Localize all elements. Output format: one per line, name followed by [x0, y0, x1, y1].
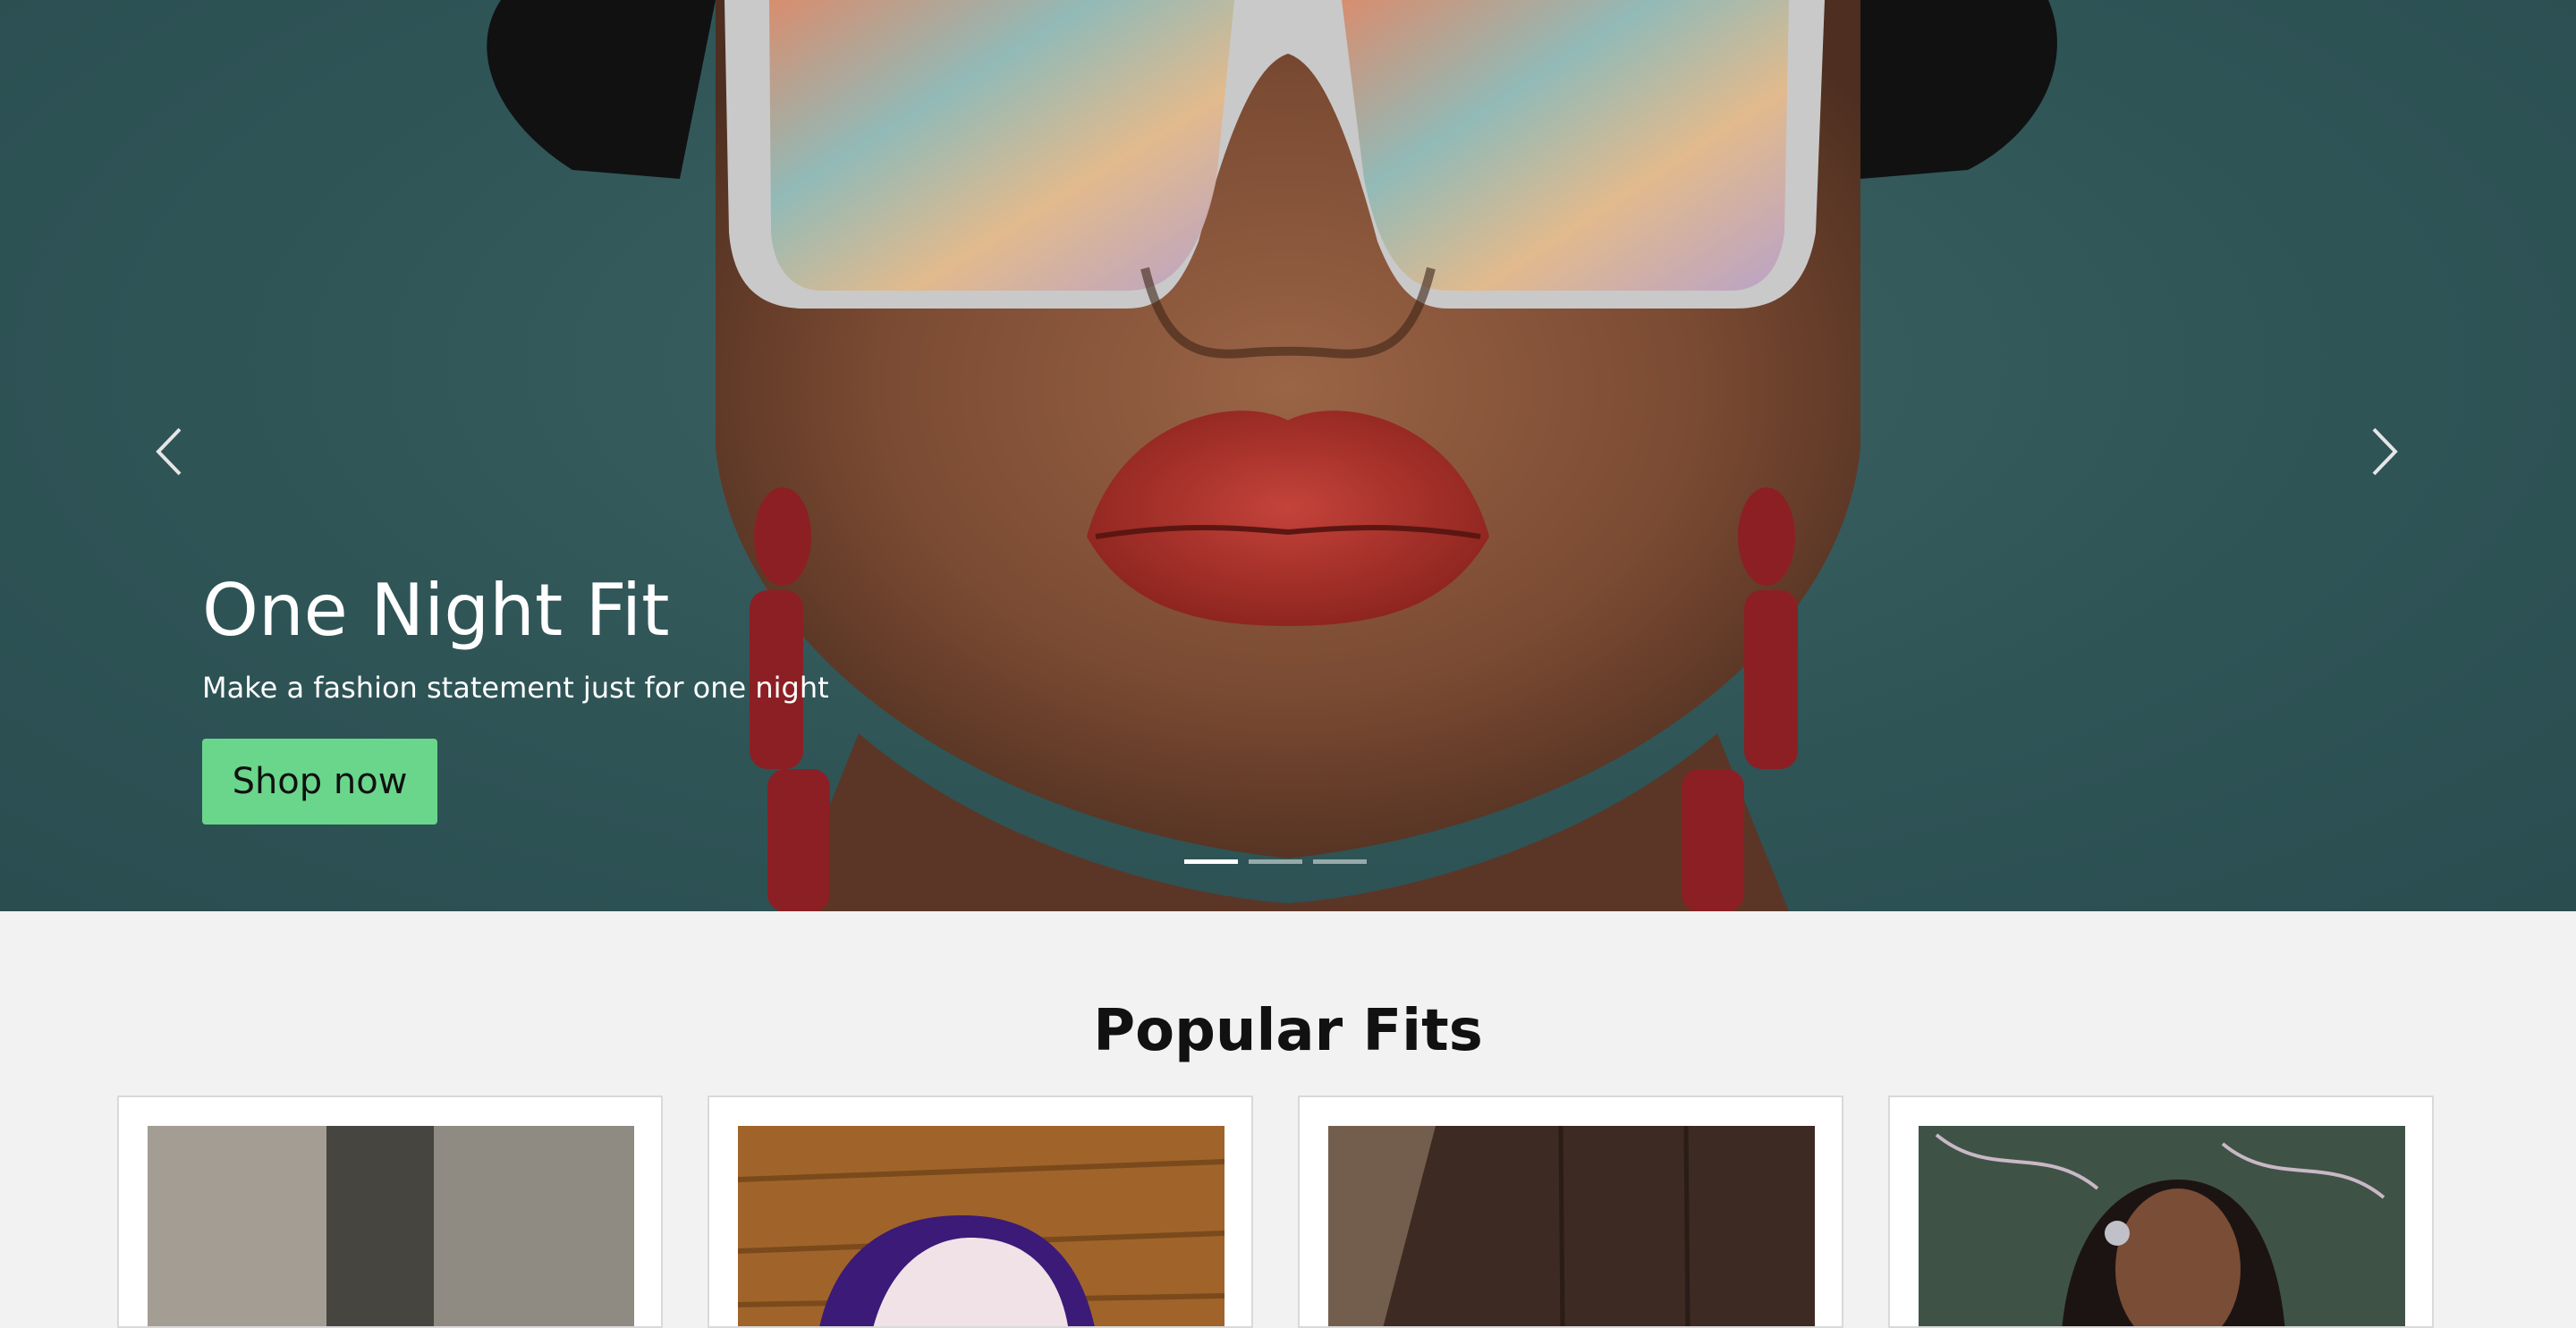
chevron-left-icon[interactable] [139, 420, 201, 483]
section-title: Popular Fits [1093, 998, 1483, 1064]
chevron-right-icon[interactable] [2352, 420, 2415, 483]
product-card[interactable] [708, 1095, 1253, 1328]
carousel-indicator[interactable] [1313, 859, 1367, 864]
hero-carousel: One Night Fit Make a fashion statement j… [0, 0, 2576, 911]
carousel-indicator[interactable] [1249, 859, 1302, 864]
slide-subtitle: Make a fashion statement just for one ni… [202, 671, 829, 705]
product-card[interactable] [1888, 1095, 2434, 1328]
slide-caption: One Night Fit Make a fashion statement j… [202, 568, 829, 825]
product-card[interactable] [1298, 1095, 1843, 1328]
slide-title: One Night Fit [202, 569, 670, 652]
carousel-indicators [1184, 859, 1367, 864]
product-photo [1919, 1126, 2405, 1326]
shop-now-button[interactable]: Shop now [202, 739, 437, 825]
product-photo [1328, 1126, 1815, 1326]
product-card-row [117, 1095, 2434, 1328]
product-photo [738, 1126, 1224, 1326]
carousel-indicator[interactable] [1184, 859, 1238, 864]
product-photo [148, 1126, 634, 1326]
product-card[interactable] [117, 1095, 663, 1328]
